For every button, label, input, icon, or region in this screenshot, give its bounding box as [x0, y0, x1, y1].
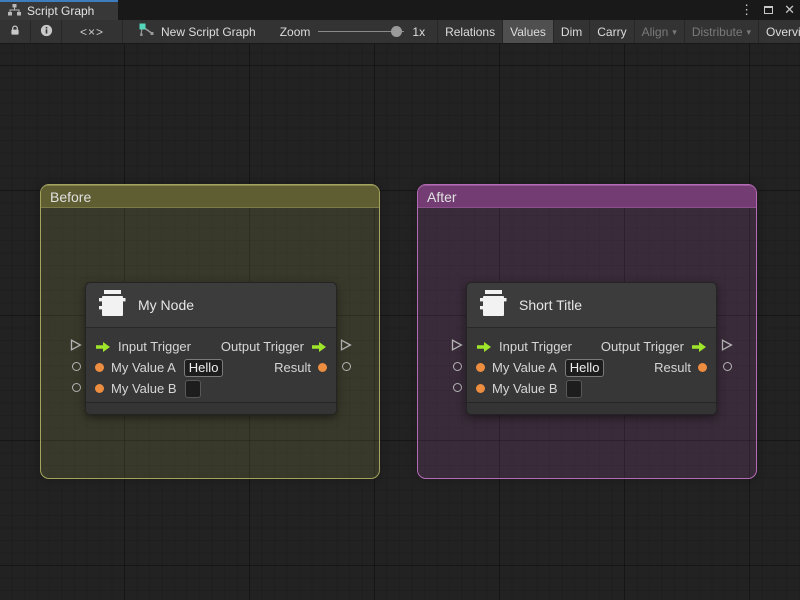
- align-dropdown[interactable]: Align ▾: [635, 20, 685, 43]
- maximize-icon[interactable]: [764, 6, 774, 14]
- value-b-input[interactable]: [565, 379, 582, 398]
- zoom-slider-handle[interactable]: [391, 26, 403, 37]
- toolbar-toggles: Relations Values Dim Carry Align ▾ Distr…: [437, 20, 800, 43]
- group-title: After: [427, 188, 457, 205]
- port-row: Input Trigger Output Trigger: [467, 336, 716, 357]
- port-label: Result: [654, 360, 691, 375]
- lock-icon: [9, 24, 21, 39]
- zoom-control: Zoom 1x: [280, 20, 437, 43]
- ext-input-trigger-port[interactable]: [70, 339, 82, 351]
- trigger-input-icon[interactable]: [476, 341, 492, 353]
- ext-output-trigger-port[interactable]: [340, 339, 352, 351]
- code-preview-label: <×>: [79, 24, 105, 39]
- ext-result-port[interactable]: [723, 362, 732, 371]
- graph-toolbar: <×> New Script Graph Zoom 1x Relations V…: [0, 20, 800, 44]
- value-input-icon[interactable]: [95, 384, 104, 393]
- tab-bar: Script Graph ⋮ ✕: [0, 0, 800, 20]
- unity-visual-scripting-window: Script Graph ⋮ ✕ <×> New Script Graph Zo…: [0, 0, 800, 600]
- graph-hierarchy-icon: [8, 3, 21, 19]
- port-row: My Value B: [467, 378, 716, 399]
- port-label: My Value A: [111, 360, 176, 375]
- group-before-header[interactable]: Before: [41, 185, 379, 208]
- relations-toggle[interactable]: Relations: [438, 20, 504, 43]
- carry-toggle[interactable]: Carry: [590, 20, 635, 43]
- zoom-level: 1x: [412, 24, 426, 39]
- overview-button[interactable]: Overview: [759, 20, 800, 43]
- script-graph-icon: [139, 23, 154, 40]
- port-label: Input Trigger: [118, 339, 191, 354]
- tab-title: Script Graph: [27, 4, 95, 18]
- port-label: Output Trigger: [220, 339, 304, 354]
- graph-name-label: New Script Graph: [161, 24, 256, 39]
- node-ports: Input Trigger Output Trigger My Value A …: [467, 328, 716, 399]
- ext-value-a-port[interactable]: [72, 362, 81, 371]
- node-footer: [467, 402, 716, 414]
- value-input-icon[interactable]: [95, 363, 104, 372]
- trigger-output-icon[interactable]: [691, 341, 707, 353]
- code-preview-button[interactable]: <×>: [62, 20, 123, 43]
- zoom-slider[interactable]: [318, 20, 405, 43]
- ext-value-b-port[interactable]: [72, 383, 81, 392]
- port-label: My Value A: [492, 360, 557, 375]
- group-after-header[interactable]: After: [418, 185, 756, 208]
- value-a-input[interactable]: Hello: [564, 358, 605, 377]
- value-a-input[interactable]: Hello: [183, 358, 224, 377]
- trigger-input-icon[interactable]: [95, 341, 111, 353]
- value-input-icon[interactable]: [476, 363, 485, 372]
- chevron-down-icon: ▾: [746, 26, 752, 37]
- chevron-down-icon: ▾: [672, 26, 677, 37]
- node-title: Short Title: [519, 297, 583, 313]
- ext-result-port[interactable]: [342, 362, 351, 371]
- ext-output-trigger-port[interactable]: [721, 339, 733, 351]
- info-icon: [40, 24, 53, 40]
- value-b-input[interactable]: [184, 379, 201, 398]
- unit-node-icon: [478, 289, 508, 322]
- port-row: Input Trigger Output Trigger: [86, 336, 336, 357]
- port-label: Result: [274, 360, 311, 375]
- unit-node-icon: [97, 289, 127, 322]
- port-label: My Value B: [111, 381, 177, 396]
- trigger-output-icon[interactable]: [311, 341, 327, 353]
- node-footer: [86, 402, 336, 414]
- window-menu-icon[interactable]: ⋮: [740, 0, 753, 20]
- group-title: Before: [50, 188, 92, 205]
- ext-value-a-port[interactable]: [453, 362, 462, 371]
- node-header[interactable]: Short Title: [467, 283, 716, 328]
- node-title: My Node: [138, 297, 195, 313]
- port-label: Output Trigger: [600, 339, 684, 354]
- value-input-icon[interactable]: [476, 384, 485, 393]
- close-icon[interactable]: ✕: [784, 0, 795, 20]
- port-row: My Value A Hello Result: [467, 357, 716, 378]
- node-short-title[interactable]: Short Title Input Trigger Output Trigger: [466, 282, 717, 415]
- node-ports: Input Trigger Output Trigger My Value A …: [86, 328, 336, 399]
- port-label: Input Trigger: [499, 339, 572, 354]
- port-label: My Value B: [492, 381, 558, 396]
- graph-title-section[interactable]: New Script Graph: [129, 20, 266, 43]
- ext-value-b-port[interactable]: [453, 383, 462, 392]
- info-button[interactable]: [31, 20, 62, 43]
- node-header[interactable]: My Node: [86, 283, 336, 328]
- lock-button[interactable]: [0, 20, 31, 43]
- dim-toggle[interactable]: Dim: [554, 20, 591, 43]
- ext-input-trigger-port[interactable]: [451, 339, 463, 351]
- value-output-icon[interactable]: [698, 363, 707, 372]
- distribute-dropdown[interactable]: Distribute ▾: [685, 20, 760, 43]
- values-toggle[interactable]: Values: [503, 20, 554, 43]
- tab-script-graph[interactable]: Script Graph: [0, 0, 118, 20]
- graph-canvas[interactable]: Before After My Node Input Trigger Outpu…: [0, 44, 800, 600]
- port-row: My Value B: [86, 378, 336, 399]
- value-output-icon[interactable]: [318, 363, 327, 372]
- window-controls: ⋮ ✕: [740, 0, 795, 20]
- zoom-label: Zoom: [279, 24, 311, 39]
- node-my-node[interactable]: My Node Input Trigger Output Trigger My …: [85, 282, 337, 415]
- port-row: My Value A Hello Result: [86, 357, 336, 378]
